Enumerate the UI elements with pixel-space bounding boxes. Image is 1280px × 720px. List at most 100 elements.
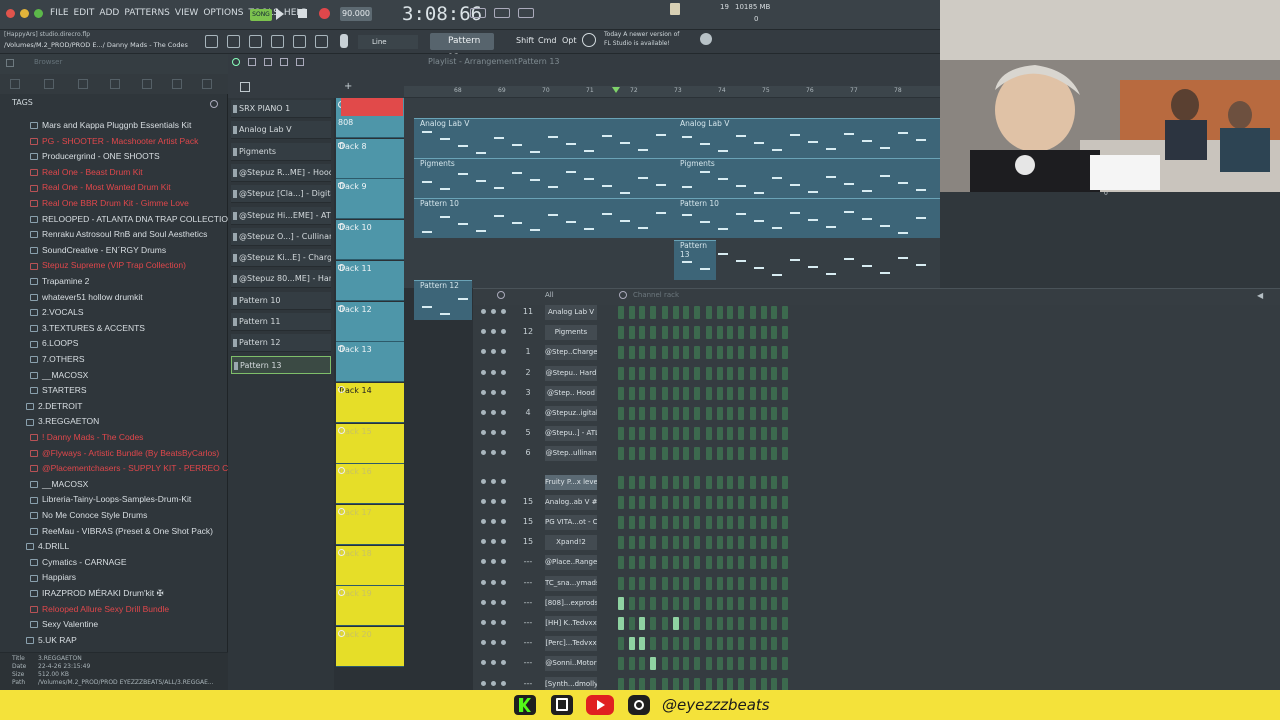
playlist-clip[interactable]: Pigments bbox=[414, 158, 676, 198]
browser-folder[interactable]: 3.REGGAETON bbox=[26, 414, 99, 429]
browser-menu-icon[interactable] bbox=[6, 59, 14, 67]
browser-item[interactable]: @Placementchasers - SUPPLY KIT - PERREO … bbox=[30, 461, 228, 476]
menu-view[interactable]: VIEW bbox=[175, 8, 198, 18]
step-button[interactable] bbox=[750, 576, 756, 590]
step-button[interactable] bbox=[672, 657, 679, 671]
step-button[interactable] bbox=[750, 306, 756, 319]
channel-mute-icon[interactable] bbox=[481, 539, 486, 545]
channel-mute-icon[interactable] bbox=[501, 410, 506, 415]
channel-mute-icon[interactable] bbox=[491, 660, 496, 666]
channel-name-button[interactable]: Xpand!2 bbox=[545, 535, 597, 551]
picker-item[interactable]: Analog Lab V bbox=[231, 121, 331, 140]
step-button[interactable] bbox=[672, 346, 679, 360]
browser-plugin-icon[interactable] bbox=[78, 79, 88, 89]
playlist-clip[interactable]: Pattern 12 bbox=[414, 280, 666, 320]
step-button[interactable] bbox=[628, 447, 635, 461]
step-button[interactable] bbox=[672, 386, 679, 400]
channel-mixer-number[interactable]: 12 bbox=[521, 327, 535, 336]
step-button[interactable] bbox=[706, 556, 712, 570]
browser-item[interactable]: RELOOPED - ATLANTA DNA TRAP COLLECTION bbox=[30, 212, 228, 227]
step-button[interactable] bbox=[750, 596, 756, 610]
step-button[interactable] bbox=[771, 536, 777, 550]
step-button[interactable] bbox=[693, 657, 700, 671]
step-button[interactable] bbox=[618, 657, 624, 671]
channel-name-button[interactable]: Pigments bbox=[545, 325, 597, 341]
track-header[interactable]: Track 16 bbox=[336, 464, 404, 505]
step-button[interactable] bbox=[706, 427, 712, 441]
step-button[interactable] bbox=[628, 306, 635, 319]
step-button[interactable] bbox=[662, 637, 668, 651]
step-button[interactable] bbox=[649, 326, 656, 340]
channel-mute-icon[interactable] bbox=[481, 559, 486, 565]
channel-mute-icon[interactable] bbox=[491, 519, 496, 524]
step-button[interactable] bbox=[760, 596, 767, 610]
step-button[interactable] bbox=[706, 326, 712, 340]
step-button[interactable] bbox=[683, 326, 689, 340]
browser-item[interactable]: ! Danny Mads - The Codes bbox=[30, 430, 143, 445]
browser-item[interactable]: __MACOSX bbox=[30, 368, 88, 383]
step-button[interactable] bbox=[781, 326, 788, 340]
step-button[interactable] bbox=[693, 306, 700, 319]
step-button[interactable] bbox=[727, 516, 733, 529]
step-button[interactable] bbox=[750, 447, 756, 461]
channel-mute-icon[interactable] bbox=[491, 430, 496, 436]
step-button[interactable] bbox=[672, 516, 679, 529]
step-button[interactable] bbox=[737, 637, 744, 651]
step-button[interactable] bbox=[727, 326, 733, 340]
step-button[interactable] bbox=[618, 407, 624, 420]
track-header[interactable]: Track 15 bbox=[336, 423, 404, 464]
menu-file[interactable]: FILE bbox=[50, 8, 69, 18]
step-button[interactable] bbox=[672, 366, 679, 380]
step-button[interactable] bbox=[727, 576, 733, 590]
step-button[interactable] bbox=[662, 447, 668, 461]
step-button[interactable] bbox=[716, 657, 723, 671]
channel-row[interactable]: --- @Sonni..Motor bbox=[473, 654, 1280, 674]
step-button[interactable] bbox=[618, 596, 624, 610]
plugin-database-icon[interactable] bbox=[315, 35, 328, 48]
step-button[interactable] bbox=[672, 677, 679, 691]
picker-item[interactable]: @Stepuz Ki...E] - Charge bbox=[231, 249, 331, 268]
step-button[interactable] bbox=[716, 596, 723, 610]
channel-name-button[interactable]: @Step..ullinan bbox=[545, 446, 597, 462]
channel-row[interactable]: --- @Place..Range bbox=[473, 553, 1280, 573]
step-button[interactable] bbox=[706, 366, 712, 380]
track-header[interactable]: Track 20 bbox=[336, 627, 404, 668]
browser-item[interactable]: Happiars bbox=[30, 570, 76, 585]
track-knob-icon[interactable] bbox=[338, 508, 345, 515]
channel-mute-icon[interactable] bbox=[491, 680, 496, 686]
step-button[interactable] bbox=[760, 677, 767, 691]
channel-mute-icon[interactable] bbox=[481, 389, 486, 395]
channel-mute-icon[interactable] bbox=[491, 349, 496, 355]
step-button[interactable] bbox=[649, 637, 656, 651]
search-icon[interactable] bbox=[210, 100, 218, 108]
step-button[interactable] bbox=[628, 617, 635, 630]
step-button[interactable] bbox=[737, 516, 744, 529]
menu-patterns[interactable]: PATTERNS bbox=[124, 8, 170, 18]
step-button[interactable] bbox=[716, 407, 723, 420]
step-button[interactable] bbox=[750, 657, 756, 671]
step-button[interactable] bbox=[649, 576, 656, 590]
step-button[interactable] bbox=[628, 346, 635, 360]
browser-item[interactable]: 2.VOCALS bbox=[30, 305, 84, 320]
keyboard-icon[interactable] bbox=[470, 8, 486, 18]
step-button[interactable] bbox=[662, 326, 668, 340]
channel-mute-icon[interactable] bbox=[481, 498, 486, 504]
step-button[interactable] bbox=[683, 677, 689, 691]
step-button[interactable] bbox=[760, 657, 767, 671]
step-button[interactable] bbox=[781, 386, 788, 400]
step-button[interactable] bbox=[639, 657, 645, 671]
step-button[interactable] bbox=[727, 596, 733, 610]
channel-mixer-number[interactable]: --- bbox=[521, 578, 535, 587]
step-button[interactable] bbox=[639, 346, 645, 360]
step-button[interactable] bbox=[618, 576, 624, 590]
step-button[interactable] bbox=[737, 657, 744, 671]
step-button[interactable] bbox=[781, 447, 788, 461]
step-button[interactable] bbox=[771, 495, 777, 509]
step-button[interactable] bbox=[771, 556, 777, 570]
step-button[interactable] bbox=[639, 475, 645, 489]
channel-mute-icon[interactable] bbox=[501, 389, 506, 395]
channel-row[interactable]: 15 Analog..ab V #2 bbox=[473, 493, 1280, 513]
playlist-clip[interactable]: Pattern 10 bbox=[674, 198, 940, 238]
playlist-clip[interactable]: Pattern 13 bbox=[674, 240, 926, 280]
playlist-grid[interactable]: Analog Lab V Analog Lab V Pigments Pigments… bbox=[404, 98, 940, 320]
